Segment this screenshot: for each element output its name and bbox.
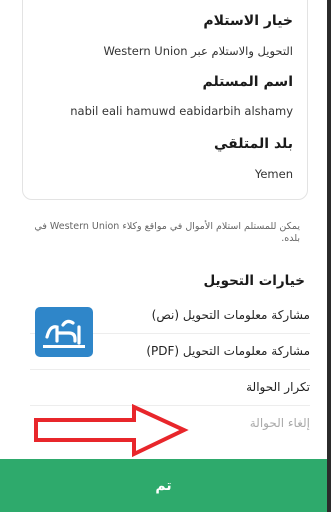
receiver-name-label: اسم المستلم	[202, 74, 293, 90]
receive-option-value: التحويل والاستلام عبر Western Union	[103, 44, 293, 58]
transfer-details-card: خيار الاستلام التحويل والاستلام عبر West…	[22, 0, 308, 200]
pickup-note: يمكن للمستلم استلام الأموال في مواقع وكل…	[34, 221, 300, 244]
share-pdf-label: مشاركة معلومات التحويل (PDF)	[146, 344, 310, 358]
done-button[interactable]: تم	[0, 459, 327, 512]
window-edge	[327, 0, 331, 512]
share-text-label: مشاركة معلومات التحويل (نص)	[151, 308, 310, 322]
receiver-name-value: nabil eali hamuwd eabidarbih alshamy	[70, 104, 293, 118]
receiver-country-label: بلد المتلقي	[213, 136, 293, 152]
repeat-transfer-label: تكرار الحوالة	[246, 380, 310, 394]
transfer-options-title: خيارات التحويل	[203, 273, 306, 289]
site-logo-watermark	[35, 307, 93, 357]
repeat-transfer-option[interactable]: تكرار الحوالة	[30, 369, 310, 406]
receiver-country-value: Yemen	[254, 167, 293, 181]
red-arrow-annotation-icon	[30, 403, 190, 464]
cancel-transfer-label: إلغاء الحوالة	[249, 416, 310, 430]
receive-option-label: خيار الاستلام	[203, 13, 293, 29]
